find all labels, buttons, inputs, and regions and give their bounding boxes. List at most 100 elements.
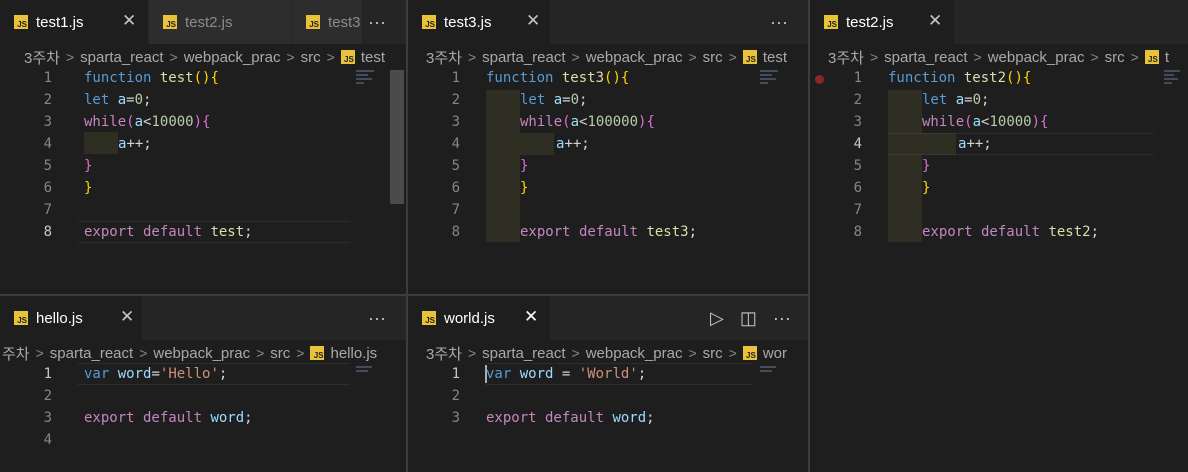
more-actions-icon[interactable]: ··· xyxy=(368,12,386,33)
more-actions-icon[interactable]: ··· xyxy=(770,12,788,33)
breadcrumb-item[interactable]: 주차 xyxy=(2,343,30,364)
scrollbar[interactable] xyxy=(390,70,404,204)
tab-world[interactable]: JS world.js ✕ xyxy=(408,296,550,340)
tab-actions: ··· xyxy=(368,0,386,44)
tab-hello[interactable]: JS hello.js ✕ xyxy=(0,296,142,340)
code-token: } xyxy=(84,158,93,174)
breadcrumb-item[interactable]: 3주차 xyxy=(426,47,462,68)
minimap[interactable] xyxy=(760,366,790,374)
minimap[interactable] xyxy=(760,70,790,86)
code-token: while xyxy=(922,114,965,130)
line-number: 7 xyxy=(853,202,862,218)
sash-vertical[interactable] xyxy=(808,0,810,472)
breadcrumb-item[interactable]: 3주차 xyxy=(24,47,60,68)
close-icon[interactable]: ✕ xyxy=(526,11,540,31)
breadcrumb-file[interactable]: t xyxy=(1165,49,1169,66)
chevron-right-icon: > xyxy=(139,345,148,361)
code-token: test xyxy=(210,224,245,240)
close-icon[interactable]: ✕ xyxy=(928,11,942,31)
code-token: ++; xyxy=(564,136,590,152)
tab-test3[interactable]: JS test3.js ✕ xyxy=(408,0,550,44)
code-token: ( xyxy=(964,114,973,130)
breadcrumb-item[interactable]: webpack_prac xyxy=(988,49,1085,66)
chevron-right-icon: > xyxy=(326,49,335,65)
tab-test2[interactable]: JS test2.js ✕ xyxy=(810,0,954,44)
chevron-right-icon: > xyxy=(467,345,477,361)
sash-horizontal[interactable] xyxy=(0,294,808,296)
code-token: test2 xyxy=(963,70,1007,86)
js-icon: JS xyxy=(163,15,177,29)
js-icon: JS xyxy=(1144,50,1159,64)
sash-vertical[interactable] xyxy=(406,0,408,472)
breadcrumb-item[interactable]: 3주차 xyxy=(828,47,864,68)
code-token: ){ xyxy=(638,114,655,130)
tab-test3[interactable]: JS test3 xyxy=(292,0,362,44)
code-token: ; xyxy=(244,410,253,426)
breadcrumb-file[interactable]: wor xyxy=(763,345,787,362)
code-editor[interactable]: 1 function test(){ 2 let a=0; 3 while(a<100… xyxy=(0,70,406,294)
tab-label: test3 xyxy=(328,13,361,31)
tab-bar: JS test1.js ✕ JS test2.js JS test3 ··· xyxy=(0,0,406,44)
chevron-right-icon: > xyxy=(169,49,178,65)
code-token: a xyxy=(134,114,144,130)
code-token: ; xyxy=(637,366,647,382)
breadcrumb-item[interactable]: webpack_prac xyxy=(586,345,683,362)
minimap[interactable] xyxy=(1164,70,1188,86)
code-editor[interactable]: 1 var word='Hello'; 2 3 export default wor… xyxy=(0,363,406,472)
close-icon[interactable]: ✕ xyxy=(122,11,136,31)
code-token: } xyxy=(922,180,931,196)
code-token: = xyxy=(553,366,579,382)
line-number: 8 xyxy=(853,224,862,240)
breadcrumb-item[interactable]: sparta_react xyxy=(482,345,565,362)
breadcrumb-item[interactable]: src xyxy=(703,49,723,66)
line-number: 6 xyxy=(43,180,52,196)
split-editor-icon[interactable]: ◫ xyxy=(740,308,757,329)
line-number: 3 xyxy=(451,410,460,426)
minimap[interactable] xyxy=(356,366,386,374)
code-token: ; xyxy=(1090,224,1100,240)
code-editor[interactable]: 1 function test3(){ 2 let a=0; 3 while(a<10… xyxy=(408,70,808,294)
breadcrumb-item[interactable]: webpack_prac xyxy=(184,49,281,66)
breadcrumb-file[interactable]: hello.js xyxy=(330,345,377,362)
breadcrumb-item[interactable]: sparta_react xyxy=(482,49,565,66)
tab-label: world.js xyxy=(444,309,495,327)
code-editor[interactable]: 1 var word = 'World'; 2 3 export default w… xyxy=(408,363,808,472)
breadcrumb-item[interactable]: src xyxy=(301,49,321,66)
js-icon: JS xyxy=(742,50,757,64)
breadcrumb-item[interactable]: sparta_react xyxy=(80,49,163,66)
code-token: export default xyxy=(922,224,1041,240)
more-actions-icon[interactable]: ··· xyxy=(368,308,386,329)
line-number: 4 xyxy=(853,136,862,152)
breadcrumb-item[interactable]: src xyxy=(1105,49,1125,66)
breadcrumb-item[interactable]: sparta_react xyxy=(884,49,967,66)
code-token: a xyxy=(553,92,563,108)
minimap[interactable] xyxy=(356,70,386,86)
chevron-right-icon: > xyxy=(286,49,295,65)
breadcrumb-item[interactable]: 3주차 xyxy=(426,343,462,364)
breadcrumb-item[interactable]: src xyxy=(703,345,723,362)
close-icon[interactable]: ✕ xyxy=(524,307,538,327)
breadcrumb-file[interactable]: test xyxy=(763,49,787,66)
js-icon: JS xyxy=(742,346,757,360)
code-token: } xyxy=(520,158,529,174)
tab-label: test1.js xyxy=(36,13,84,31)
breadcrumb-item[interactable]: webpack_prac xyxy=(153,345,250,362)
close-icon[interactable]: ✕ xyxy=(120,307,134,327)
code-editor[interactable]: 1 function test2(){ 2 let a=0; 3 while(a<10… xyxy=(810,70,1188,472)
tab-test1[interactable]: JS test1.js ✕ xyxy=(0,0,148,44)
tab-bar: JS test3.js ✕ ··· xyxy=(408,0,808,44)
tab-label: hello.js xyxy=(36,309,83,327)
editor-group-2: JS test3.js ✕ ··· 3주차 > sparta_react > web… xyxy=(408,0,808,294)
js-icon: JS xyxy=(340,50,355,64)
more-actions-icon[interactable]: ··· xyxy=(773,308,791,329)
breadcrumb-item[interactable]: webpack_prac xyxy=(586,49,683,66)
chevron-right-icon: > xyxy=(467,49,477,65)
code-token: ){ xyxy=(1031,114,1049,130)
line-number: 5 xyxy=(451,158,460,174)
breadcrumb-item[interactable]: src xyxy=(270,345,290,362)
breadcrumb-file[interactable]: test xyxy=(361,49,385,66)
tab-test2[interactable]: JS test2.js xyxy=(149,0,291,44)
code-token: let xyxy=(84,92,110,108)
run-icon[interactable]: ▷ xyxy=(710,308,724,329)
breadcrumb-item[interactable]: sparta_react xyxy=(50,345,133,362)
